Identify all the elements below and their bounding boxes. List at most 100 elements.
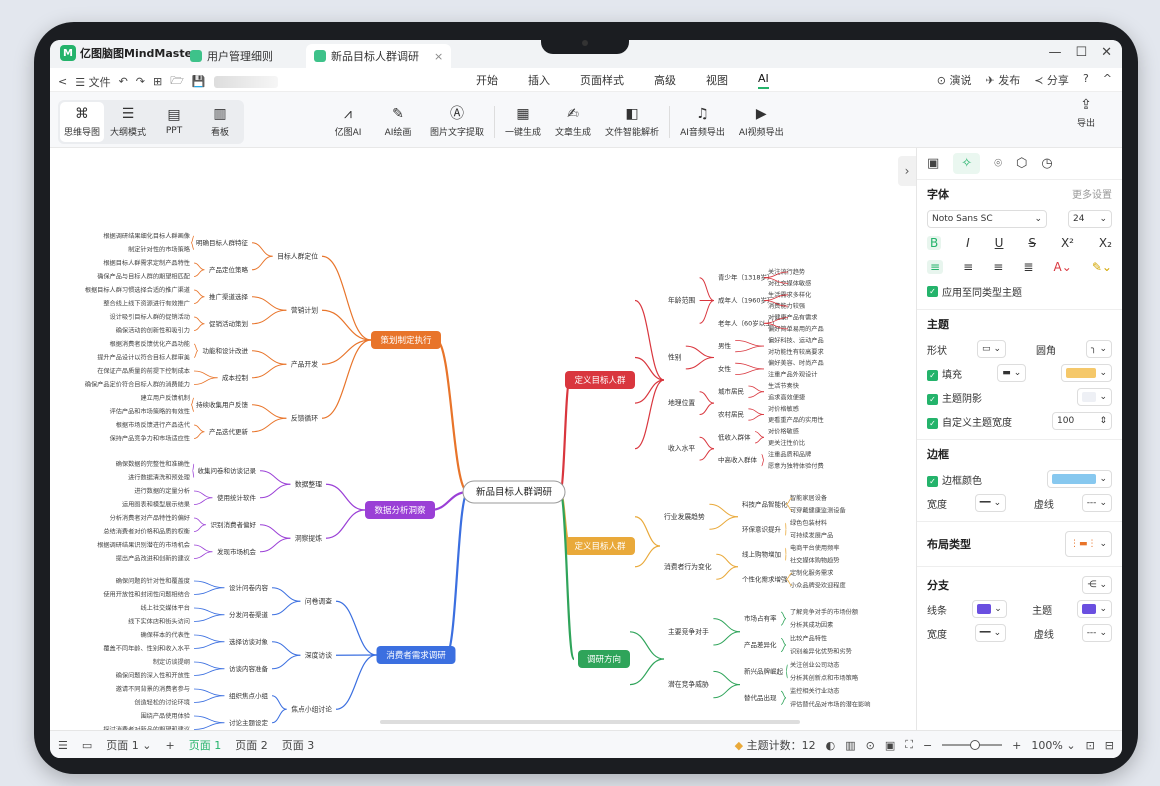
subtopic[interactable]: 市场占有率	[744, 614, 777, 623]
leaf-topic[interactable]: 覆盖不同年龄、性别和收入水平	[103, 645, 190, 653]
leaf-topic[interactable]: 识别差异化优势和劣势	[790, 648, 852, 656]
horizontal-scrollbar[interactable]	[380, 720, 800, 724]
history-tab-icon[interactable]: ◷	[1041, 156, 1052, 171]
leaf-topic[interactable]: 定制化服务需求	[790, 569, 833, 577]
fit-window-icon[interactable]: ⊡	[1086, 739, 1095, 752]
leaf-topic[interactable]: 建立用户反馈机制	[141, 394, 191, 402]
width-stepper[interactable]: 100 ⇕	[1052, 412, 1112, 430]
menu-view[interactable]: 视图	[706, 72, 728, 89]
focus-icon[interactable]: ◐	[826, 739, 836, 752]
leaf-topic[interactable]: 对价格敏感	[768, 405, 799, 413]
panel-collapse-button[interactable]: ›	[898, 156, 916, 186]
minimize-button[interactable]: —	[1048, 45, 1061, 60]
font-family-select[interactable]: Noto Sans SC ⌄	[927, 210, 1047, 228]
line-color-select[interactable]: ⌄	[972, 600, 1007, 618]
leaf-topic[interactable]: 可穿戴健康监测设备	[790, 507, 846, 515]
publish-button[interactable]: ✈ 发布	[986, 72, 1021, 88]
subtopic[interactable]: 数据整理	[295, 479, 322, 488]
file-parse-button[interactable]: ◧ 文件智能解析	[601, 100, 663, 144]
leaf-topic[interactable]: 确保问题的深入性和开放性	[116, 672, 190, 680]
leaf-topic[interactable]: 更看重产品的实用性	[768, 416, 824, 424]
central-topic-label[interactable]: 新品目标人群调研	[476, 486, 553, 498]
checkbox-checked-icon[interactable]: ✓	[927, 475, 938, 487]
present-button[interactable]: ⊙ 演说	[937, 72, 972, 88]
leaf-topic[interactable]: 偏好美容、时尚产品	[768, 359, 824, 367]
subtopic[interactable]: 使用统计软件	[217, 493, 257, 502]
export-button[interactable]: ⇪ 导出	[1064, 98, 1108, 129]
page-tab-3[interactable]: 页面 3	[282, 737, 315, 753]
checkbox-checked-icon[interactable]: ✓	[927, 285, 938, 297]
subtopic[interactable]: 明确目标人群特征	[196, 238, 249, 247]
close-button[interactable]: ✕	[1101, 45, 1112, 60]
style-tab-icon[interactable]: ▣	[927, 156, 939, 171]
leaf-topic[interactable]: 创造轻松的讨论环境	[134, 699, 190, 707]
more-settings-link[interactable]: 更多设置	[1072, 186, 1112, 202]
branch-width-select[interactable]: ━━ ⌄	[974, 624, 1007, 642]
leaf-topic[interactable]: 对价格敏感	[768, 428, 799, 436]
menu-start[interactable]: 开始	[476, 72, 498, 89]
subtopic[interactable]: 行业发展趋势	[664, 512, 705, 521]
checkbox-checked-icon[interactable]: ✓	[927, 417, 938, 429]
leaf-topic[interactable]: 分析消费者对产品特性的偏好	[110, 514, 190, 522]
leaf-topic[interactable]: 愿意为独特体验付费	[768, 462, 824, 470]
page-tab-2[interactable]: 页面 2	[235, 737, 268, 753]
book-icon[interactable]: ▥	[845, 739, 855, 752]
italic-button[interactable]: I	[966, 236, 970, 250]
leaf-topic[interactable]: 注重产品外观设计	[768, 371, 818, 379]
leaf-topic[interactable]: 围绕产品使用体验	[141, 712, 191, 720]
leaf-topic[interactable]: 确保产品与目标人群的期望相匹配	[97, 273, 190, 281]
superscript-button[interactable]: X²	[1061, 236, 1074, 250]
subtopic[interactable]: 环保意识提升	[742, 524, 782, 533]
align-right-button[interactable]: ≡	[993, 260, 1003, 274]
leaf-topic[interactable]: 注重品质和品牌	[768, 450, 811, 458]
fill-color-select[interactable]: ⌄	[1061, 364, 1112, 382]
leaf-topic[interactable]: 根据调研结果细化目标人群画像	[103, 232, 190, 240]
leaf-topic[interactable]: 确保问题的针对性和覆盖度	[116, 577, 190, 585]
main-topic-label[interactable]: 定义目标人群	[574, 375, 626, 386]
leaf-topic[interactable]: 进行数据的定量分析	[134, 487, 190, 495]
leaf-topic[interactable]: 设计吸引目标人群的促销活动	[110, 313, 190, 321]
checkbox-checked-icon[interactable]: ✓	[927, 369, 938, 381]
ppt-view-button[interactable]: ▤ PPT	[152, 102, 196, 142]
help-icon[interactable]: ?	[1083, 72, 1089, 88]
subtopic[interactable]: 新兴品牌崛起	[744, 666, 784, 675]
new-icon[interactable]: ⊞	[153, 75, 162, 88]
subtopic[interactable]: 选择访谈对象	[229, 637, 269, 646]
zoom-in-button[interactable]: +	[1012, 739, 1021, 752]
subtopic[interactable]: 目标人群定位	[277, 251, 318, 260]
font-size-select[interactable]: 24 ⌄	[1068, 210, 1112, 228]
leaf-topic[interactable]: 评估产品和市场策略的有效性	[110, 408, 190, 416]
leaf-topic[interactable]: 分析其创新点和市场策略	[790, 674, 859, 682]
leaf-topic[interactable]: 更关注性价比	[768, 439, 805, 447]
subtopic[interactable]: 年龄范围	[668, 296, 695, 305]
leaf-topic[interactable]: 根据目标人群需求定制产品特性	[103, 259, 190, 267]
shape-select[interactable]: ▭ ⌄	[976, 340, 1007, 358]
leaf-topic[interactable]: 社交媒体购物趋势	[790, 557, 840, 565]
ai-audio-export-button[interactable]: ♫ AI音频导出	[676, 100, 729, 144]
leaf-topic[interactable]: 比较产品特性	[790, 634, 827, 642]
marker-tab-icon[interactable]: ⌾	[994, 156, 1002, 171]
subtopic[interactable]: 营销计划	[291, 305, 318, 314]
subtopic[interactable]: 功能和设计改进	[203, 346, 249, 355]
leaf-topic[interactable]: 根据调研结果识别潜在的市场机会	[97, 541, 190, 549]
article-generate-button[interactable]: ✍ 文章生成	[551, 100, 595, 144]
leaf-topic[interactable]: 评估替代品对市场的潜在影响	[790, 700, 870, 708]
leaf-topic[interactable]: 线上社交媒体平台	[141, 604, 191, 612]
subtopic[interactable]: 组织焦点小组	[229, 691, 269, 700]
subtopic[interactable]: 收集问卷和访谈记录	[198, 466, 257, 475]
subtopic[interactable]: 线上购物增加	[742, 549, 781, 558]
tab-new-product-research[interactable]: 新品目标人群调研 ×	[306, 44, 452, 68]
main-topic-label[interactable]: 定义目标人群	[574, 541, 626, 552]
leaf-topic[interactable]: 确保活动的创新性和吸引力	[116, 327, 190, 335]
leaf-topic[interactable]: 绿色包装材料	[790, 519, 827, 527]
border-dash-select[interactable]: --- ⌄	[1081, 494, 1112, 512]
leaf-topic[interactable]: 生活需求多样化	[768, 291, 811, 299]
subtopic[interactable]: 焦点小组讨论	[291, 704, 332, 713]
subtopic[interactable]: 低收入群体	[718, 432, 751, 441]
font-color-button[interactable]: A⌄	[1054, 260, 1072, 274]
main-topic-label[interactable]: 消费者需求调研	[386, 650, 446, 661]
ai-drawing-button[interactable]: ✎ AI绘画	[376, 100, 420, 144]
subtopic[interactable]: 促销活动策划	[209, 319, 248, 328]
subtopic[interactable]: 性别	[668, 353, 682, 362]
leaf-topic[interactable]: 提升产品设计以符合目标人群审美	[97, 354, 190, 362]
